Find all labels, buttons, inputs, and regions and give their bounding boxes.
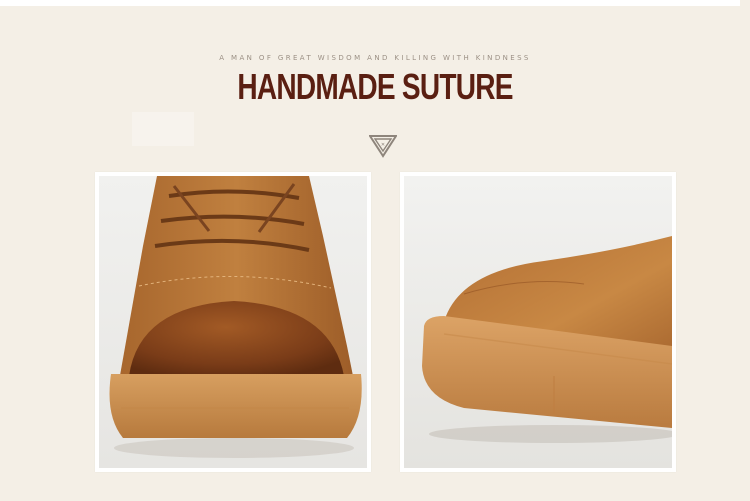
faint-label-box <box>132 112 194 146</box>
tagline: A MAN OF GREAT WISDOM AND KILLING WITH K… <box>219 54 531 62</box>
boot-side-illustration <box>404 176 672 468</box>
boot-front-illustration <box>99 176 367 468</box>
page-title: HANDMADE SUTURE <box>237 66 513 107</box>
top-divider-strip <box>0 0 740 6</box>
inverted-triangle-icon: ✕ <box>368 134 398 158</box>
boot-side-photo <box>400 172 676 472</box>
boot-front-photo <box>95 172 371 472</box>
svg-text:✕: ✕ <box>381 142 385 148</box>
product-detail-page: A MAN OF GREAT WISDOM AND KILLING WITH K… <box>0 0 750 501</box>
